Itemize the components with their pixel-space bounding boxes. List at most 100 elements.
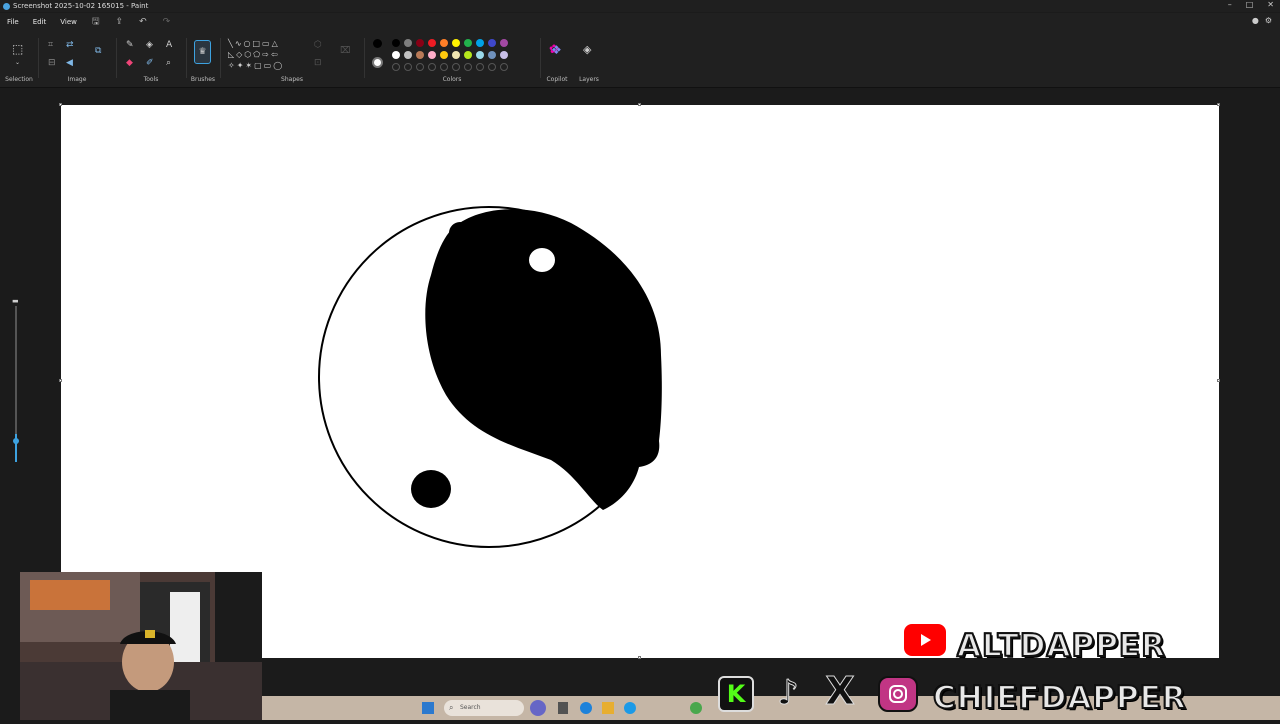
palette-color[interactable]: [476, 39, 484, 47]
custom-color-slot[interactable]: [416, 63, 424, 71]
divider: [38, 38, 39, 78]
slider-knob[interactable]: [13, 438, 19, 444]
custom-color-slot[interactable]: [392, 63, 400, 71]
fill-icon[interactable]: ◈: [146, 40, 153, 50]
palette-color[interactable]: [440, 39, 448, 47]
custom-color-slot[interactable]: [440, 63, 448, 71]
custom-color-slot[interactable]: [404, 63, 412, 71]
redo-icon[interactable]: ↷: [155, 17, 179, 27]
flip-icon[interactable]: ◀: [66, 58, 73, 68]
image-group: ⌗ ⇄ ⧉ ⊟ ◀ Image: [40, 36, 114, 88]
canvas-handle[interactable]: [59, 103, 62, 106]
palette-color[interactable]: [416, 39, 424, 47]
webcam-overlay: [20, 572, 262, 720]
palette-color[interactable]: [500, 39, 508, 47]
maximize-button[interactable]: □: [1246, 0, 1254, 9]
selection-label: Selection: [5, 76, 33, 83]
outline-icon[interactable]: ⬡: [314, 40, 322, 50]
palette-color[interactable]: [452, 51, 460, 59]
paint-app-icon: [3, 2, 10, 10]
shapes-group: ╲∿○□▭△ ◺◇⬡⬠⇨⇦ ✧✦✶▢▭◯ ⬡ ⌧ ⊡ Shapes: [222, 36, 362, 88]
social-handle: CHIEFDAPPER: [932, 679, 1187, 717]
search-icon: ⌕: [449, 703, 454, 712]
save-icon[interactable]: 🖫: [84, 14, 108, 30]
close-button[interactable]: ✕: [1267, 0, 1274, 9]
chevron-down-icon[interactable]: ⌄: [15, 58, 20, 68]
palette-color[interactable]: [452, 39, 460, 47]
shapes-gallery-icon[interactable]: ╲∿○□▭△ ◺◇⬡⬠⇨⇦ ✧✦✶▢▭◯: [228, 38, 308, 71]
custom-color-slot[interactable]: [464, 63, 472, 71]
taskbar-search[interactable]: ⌕ Search: [444, 700, 524, 716]
webcam-image: [20, 572, 262, 720]
size-icon[interactable]: ⊡: [314, 58, 322, 68]
palette-color[interactable]: [404, 39, 412, 47]
selection-icon[interactable]: ⬚: [12, 43, 23, 55]
menu-view[interactable]: View: [53, 18, 84, 26]
palette-color[interactable]: [464, 51, 472, 59]
search-placeholder: Search: [460, 704, 481, 711]
settings-icon[interactable]: ⚙: [1265, 16, 1272, 25]
palette-color[interactable]: [488, 51, 496, 59]
custom-color-slot[interactable]: [488, 63, 496, 71]
layers-group: ◈ Layers: [574, 36, 604, 88]
rotate-icon[interactable]: ⊟: [48, 58, 56, 68]
divider: [186, 38, 187, 78]
minimize-button[interactable]: –: [1228, 0, 1232, 9]
menu-file[interactable]: File: [0, 18, 26, 26]
palette-color[interactable]: [392, 39, 400, 47]
palette-color[interactable]: [428, 39, 436, 47]
palette-color[interactable]: [476, 51, 484, 59]
canvas-handle[interactable]: [1217, 103, 1220, 106]
custom-color-slot[interactable]: [500, 63, 508, 71]
magnifier-icon[interactable]: ⌕: [166, 58, 171, 68]
crop-icon[interactable]: ⌗: [48, 40, 53, 50]
image-select-icon[interactable]: ⧉: [95, 46, 101, 56]
fill-shape-icon[interactable]: ⌧: [340, 46, 350, 56]
tools-group: ✎ ◈ A ◆ ✐ ⌕ Tools: [118, 36, 184, 88]
copilot-group: ❖ Copilot: [542, 36, 572, 88]
palette-color[interactable]: [416, 51, 424, 59]
canvas-handle[interactable]: [638, 103, 641, 106]
divider: [364, 38, 365, 78]
secondary-color-swatch[interactable]: [372, 57, 383, 68]
palette-color[interactable]: [488, 39, 496, 47]
eraser-icon[interactable]: ◆: [126, 58, 133, 68]
brush-icon[interactable]: ♛: [194, 40, 211, 64]
layers-icon[interactable]: ◈: [583, 44, 591, 55]
x-icon: X: [825, 669, 855, 714]
menu-edit[interactable]: Edit: [26, 18, 54, 26]
canvas-handle[interactable]: [59, 379, 62, 382]
brush-size-slider[interactable]: ▬: [12, 296, 20, 466]
account-icon[interactable]: ●: [1252, 16, 1259, 25]
shapes-label: Shapes: [281, 76, 303, 83]
color-picker-icon[interactable]: ✐: [146, 58, 154, 68]
palette-color[interactable]: [428, 51, 436, 59]
resize-icon[interactable]: ⇄: [66, 40, 74, 50]
canvas-handle[interactable]: [1217, 379, 1220, 382]
custom-color-slot[interactable]: [452, 63, 460, 71]
layers-label: Layers: [579, 76, 599, 83]
palette-color[interactable]: [392, 51, 400, 59]
palette-color[interactable]: [404, 51, 412, 59]
selection-group: ⬚ ⌄ Selection: [0, 36, 38, 88]
youtube-handle: ALTDAPPER: [956, 627, 1166, 665]
custom-color-slot[interactable]: [428, 63, 436, 71]
pencil-icon[interactable]: ✎: [126, 40, 134, 50]
youtube-icon: [904, 624, 946, 656]
undo-icon[interactable]: ↶: [131, 17, 155, 27]
palette-color[interactable]: [464, 39, 472, 47]
primary-color-swatch[interactable]: [373, 39, 382, 48]
copilot-icon[interactable]: ❖: [551, 44, 562, 56]
colors-group: Colors: [366, 36, 538, 88]
canvas-handle[interactable]: [638, 656, 641, 659]
custom-color-slot[interactable]: [476, 63, 484, 71]
brush-size-icon: ▬: [12, 297, 19, 305]
title-bar: Screenshot 2025-10-02 165015 - Paint – □…: [0, 0, 1280, 12]
palette-color[interactable]: [500, 51, 508, 59]
text-icon[interactable]: A: [166, 40, 172, 50]
tools-label: Tools: [143, 76, 159, 83]
menu-bar: File Edit View 🖫 ⇪ ↶ ↷: [0, 13, 1280, 30]
copilot-label: Copilot: [546, 76, 568, 83]
palette-color[interactable]: [440, 51, 448, 59]
share-icon[interactable]: ⇪: [108, 17, 132, 27]
